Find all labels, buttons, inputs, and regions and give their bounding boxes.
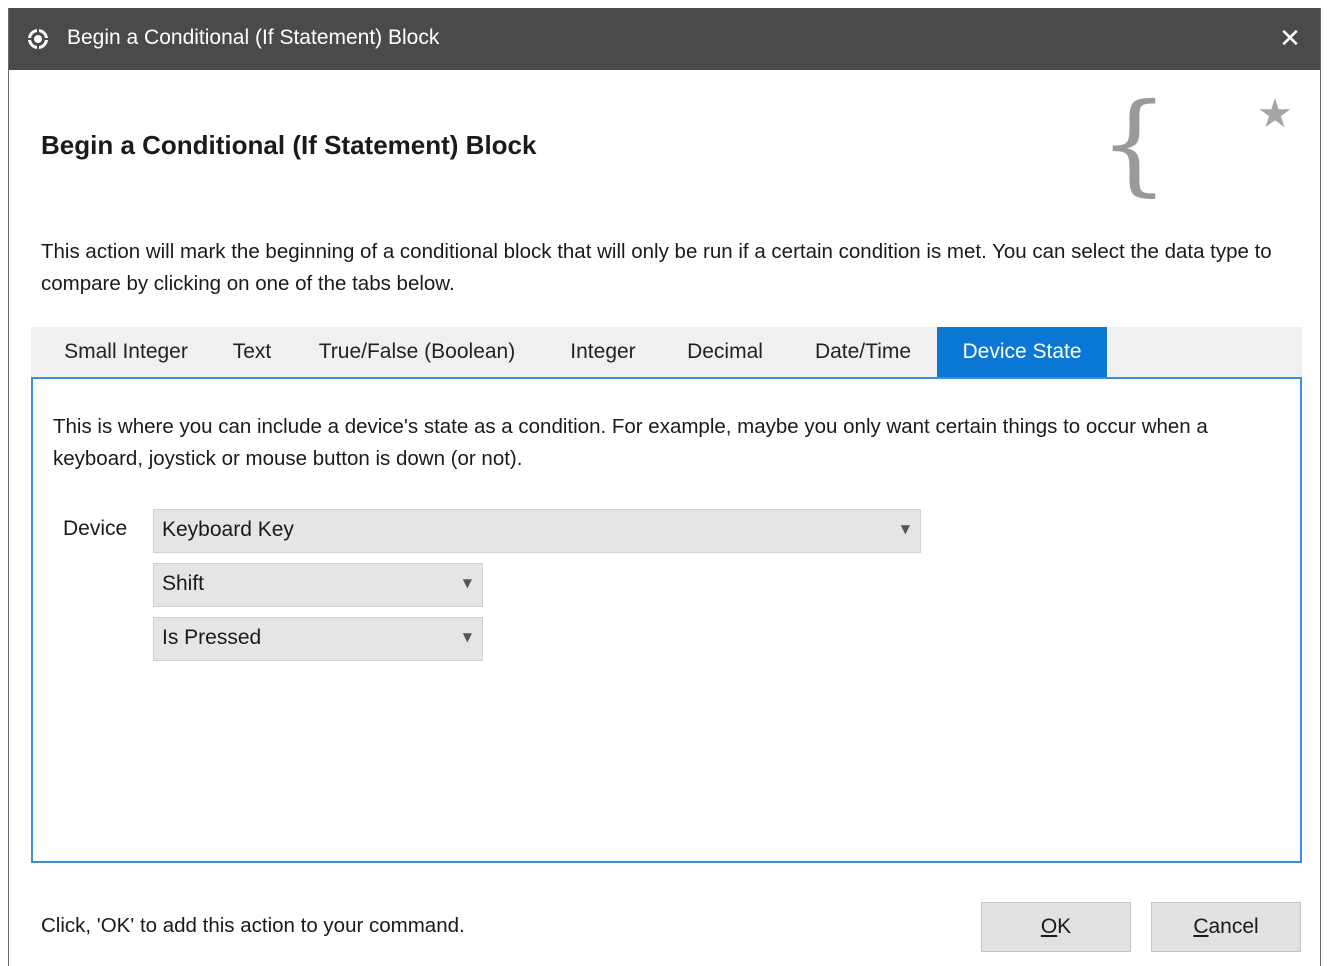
chevron-down-icon: ▼ [462, 576, 472, 590]
footer-hint: Click, 'OK' to add this action to your c… [41, 914, 465, 937]
close-button[interactable]: ✕ [1260, 8, 1320, 70]
chevron-down-icon: ▼ [462, 630, 472, 644]
ok-button[interactable]: OK [981, 902, 1131, 952]
key-select[interactable]: Shift ▼ [153, 563, 483, 607]
app-gear-icon [27, 28, 49, 50]
tab-text[interactable]: Text [217, 327, 287, 377]
key-select-value: Shift [162, 572, 205, 595]
panel-description: This is where you can include a device's… [53, 415, 1208, 470]
tab-integer[interactable]: Integer [555, 327, 651, 377]
tab-decimal[interactable]: Decimal [671, 327, 779, 377]
window-title: Begin a Conditional (If Statement) Block [67, 26, 440, 49]
favorite-star-icon[interactable]: ★ [1257, 94, 1293, 134]
state-select[interactable]: Is Pressed ▼ [153, 617, 483, 661]
cancel-button[interactable]: Cancel [1151, 902, 1301, 952]
page-title: Begin a Conditional (If Statement) Block [41, 130, 537, 160]
cancel-label-rest: ancel [1208, 915, 1259, 938]
tab-strip: Small Integer Text True/False (Boolean) … [31, 327, 1302, 377]
tab-device-state[interactable]: Device State [937, 327, 1107, 377]
title-bar: Begin a Conditional (If Statement) Block… [9, 8, 1320, 70]
chevron-down-icon: ▼ [900, 522, 910, 536]
tab-date-time[interactable]: Date/Time [795, 327, 931, 377]
brace-icon: { [1099, 79, 1169, 207]
cancel-mnemonic: C [1193, 915, 1209, 938]
device-select[interactable]: Keyboard Key ▼ [153, 509, 921, 553]
close-icon: ✕ [1279, 24, 1301, 54]
state-select-value: Is Pressed [162, 626, 262, 649]
action-description: This action will mark the beginning of a… [41, 240, 1272, 295]
ok-mnemonic: O [1040, 915, 1058, 938]
device-label: Device [63, 517, 128, 540]
device-state-panel: This is where you can include a device's… [31, 377, 1302, 863]
tab-small-integer[interactable]: Small Integer [41, 327, 211, 377]
dialog-window: Begin a Conditional (If Statement) Block… [8, 8, 1321, 966]
tab-boolean[interactable]: True/False (Boolean) [301, 327, 533, 377]
device-select-value: Keyboard Key [162, 518, 294, 541]
ok-label-rest: K [1057, 915, 1072, 938]
